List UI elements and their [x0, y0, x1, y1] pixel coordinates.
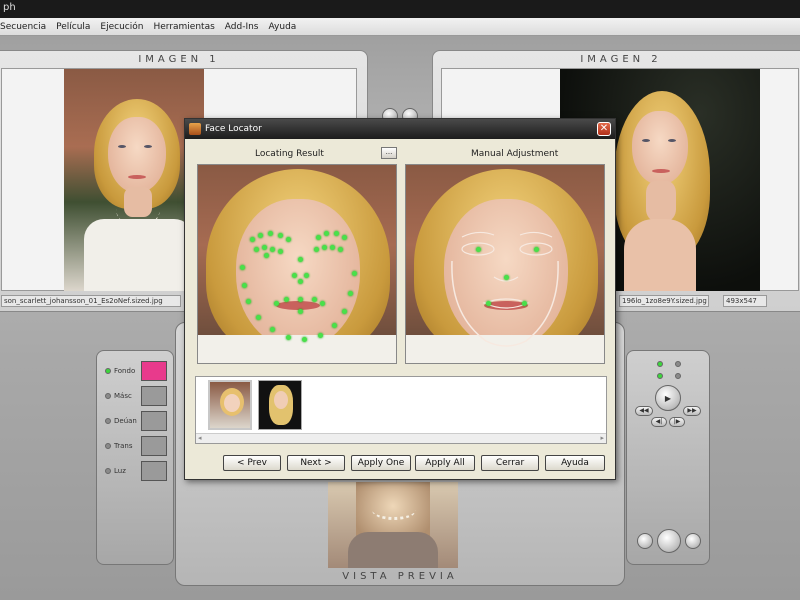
layer-row-fondo[interactable]: Fondo	[105, 367, 144, 375]
step-forward-icon[interactable]: |▶	[669, 417, 685, 427]
settings-icon[interactable]	[685, 533, 701, 549]
indicator-light	[657, 373, 663, 379]
image2-filename: 196lo_1zo8e9Y.sized.jpg	[619, 295, 709, 307]
close-button[interactable]: Cerrar	[481, 455, 539, 471]
preview-title: VISTA PREVIA	[342, 571, 458, 582]
locating-result-pane	[197, 164, 397, 364]
menu-add-ins[interactable]: Add-Ins	[220, 22, 264, 32]
menu-herramientas[interactable]: Herramientas	[148, 22, 219, 32]
layer-label: Deúan	[114, 417, 137, 425]
rewind-icon[interactable]: ◀◀	[635, 406, 653, 416]
image2-size: 493x547	[723, 295, 767, 307]
manual-adjustment-label: Manual Adjustment	[471, 149, 559, 159]
thumbnail-strip: ◂ ▸	[195, 376, 607, 444]
thumbnail-image2[interactable]	[258, 380, 302, 430]
layer-indicator	[105, 368, 111, 374]
layer-label: Másc	[114, 392, 132, 400]
next-button[interactable]: Next >	[287, 455, 345, 471]
manual-adjustment-pane[interactable]	[405, 164, 605, 364]
close-icon[interactable]: ✕	[597, 122, 611, 136]
prev-button[interactable]: < Prev	[223, 455, 281, 471]
camera-icon[interactable]	[637, 533, 653, 549]
dialog-title-bar: Face Locator ✕	[185, 119, 615, 139]
indicator-light	[675, 361, 681, 367]
layer-indicator	[105, 468, 111, 474]
app-title: ph	[3, 2, 16, 13]
layer-swatch-trans[interactable]	[141, 436, 167, 456]
layers-pod: Fondo Másc Deúan Trans Luz	[96, 350, 174, 565]
apply-all-button[interactable]: Apply All	[415, 455, 475, 471]
thumbnail-scrollbar[interactable]: ◂ ▸	[196, 433, 606, 443]
image1-title: IMAGEN 1	[138, 54, 220, 65]
layer-swatch-luz[interactable]	[141, 461, 167, 481]
preview-image	[328, 482, 458, 568]
locating-result-label: Locating Result	[255, 149, 324, 159]
menu-ayuda[interactable]: Ayuda	[264, 22, 302, 32]
scroll-left-icon[interactable]: ◂	[198, 434, 202, 442]
play-icon[interactable]: ▶	[655, 385, 681, 411]
layer-label: Luz	[114, 467, 126, 475]
menu-secuencia[interactable]: Secuencia	[0, 22, 51, 32]
options-button[interactable]: ...	[381, 147, 397, 159]
indicator-light	[657, 361, 663, 367]
layer-row-trans[interactable]: Trans	[105, 442, 144, 450]
layer-swatch-fondo[interactable]	[141, 361, 167, 381]
menu-bar: Secuencia Película Ejecución Herramienta…	[0, 18, 800, 36]
layer-row-masc[interactable]: Másc	[105, 392, 144, 400]
fast-forward-icon[interactable]: ▶▶	[683, 406, 701, 416]
layer-row-luz[interactable]: Luz	[105, 467, 144, 475]
face-mesh-overlay	[451, 231, 559, 347]
layer-indicator	[105, 418, 111, 424]
layer-indicator	[105, 443, 111, 449]
dialog-title: Face Locator	[205, 124, 262, 134]
playback-pod: ▶ ◀◀ ▶▶ ◀| |▶	[626, 350, 710, 565]
indicator-light	[675, 373, 681, 379]
image1-filename: son_scarlett_johansson_01_Es2oNef.sized.…	[1, 295, 181, 307]
layer-label: Fondo	[114, 367, 136, 375]
scroll-right-icon[interactable]: ▸	[600, 434, 604, 442]
film-icon[interactable]	[657, 529, 681, 553]
layer-label: Trans	[114, 442, 133, 450]
thumbnail-image1[interactable]	[208, 380, 252, 430]
face-locator-dialog: Face Locator ✕ Locating Result ... Manua…	[184, 118, 616, 480]
image1-photo	[64, 69, 204, 291]
menu-pelicula[interactable]: Película	[51, 22, 95, 32]
apply-one-button[interactable]: Apply One	[351, 455, 411, 471]
app-icon	[189, 123, 201, 135]
help-button[interactable]: Ayuda	[545, 455, 605, 471]
layer-indicator	[105, 393, 111, 399]
layer-swatch-masc[interactable]	[141, 386, 167, 406]
step-back-icon[interactable]: ◀|	[651, 417, 667, 427]
app-title-bar: ph	[0, 0, 800, 18]
menu-ejecucion[interactable]: Ejecución	[95, 22, 148, 32]
layer-row-deuan[interactable]: Deúan	[105, 417, 144, 425]
image2-title: IMAGEN 2	[580, 54, 662, 65]
layer-swatch-deuan[interactable]	[141, 411, 167, 431]
